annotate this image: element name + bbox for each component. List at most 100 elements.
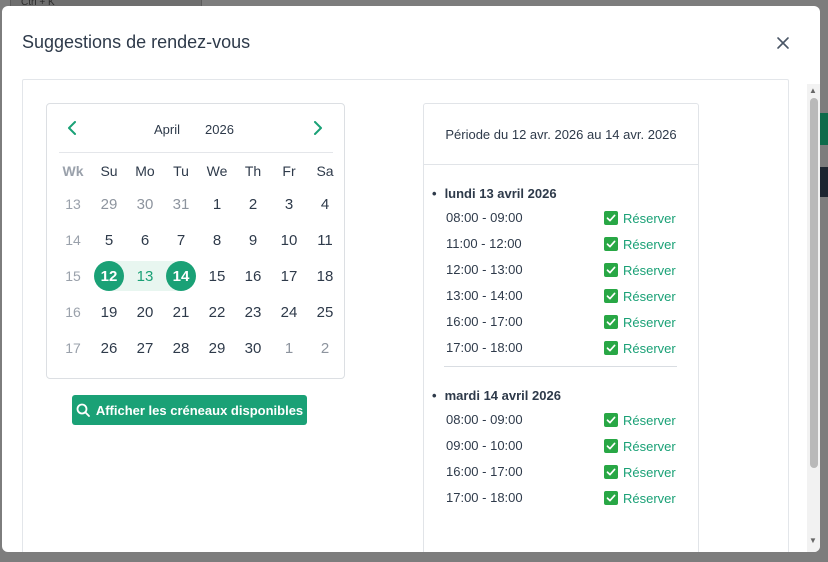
scrollbar-thumb[interactable] xyxy=(810,98,818,468)
week-number: 17 xyxy=(65,340,81,356)
calendar-day[interactable]: 2 xyxy=(235,186,271,222)
calendar-day[interactable]: 1 xyxy=(199,186,235,222)
calendar-day[interactable]: 17 xyxy=(271,258,307,294)
calendar-day-number: 17 xyxy=(280,267,298,285)
book-slot-button[interactable]: Réserver xyxy=(604,410,676,430)
weekday-header: Su xyxy=(100,163,118,179)
calendar-day-number: 1 xyxy=(212,195,222,213)
calendar-day-number: 30 xyxy=(244,339,262,357)
close-button[interactable] xyxy=(772,32,794,54)
calendar-day-number: 21 xyxy=(172,303,190,321)
book-slot-button[interactable]: Réserver xyxy=(604,488,676,508)
calendar-day[interactable]: 7 xyxy=(163,222,199,258)
calendar-day[interactable]: 21 xyxy=(163,294,199,330)
book-slot-button[interactable]: Réserver xyxy=(604,234,676,254)
time-slot: 08:00 - 09:00 Réserver xyxy=(446,208,678,228)
calendar-day[interactable]: 13 xyxy=(127,258,163,294)
calendar-day[interactable]: 6 xyxy=(127,222,163,258)
week-number: 13 xyxy=(65,196,81,212)
calendar-day[interactable]: 29 xyxy=(91,186,127,222)
calendar-day[interactable]: 11 xyxy=(307,222,343,258)
calendar-day[interactable]: 25 xyxy=(307,294,343,330)
book-slot-button[interactable]: Réserver xyxy=(604,312,676,332)
book-slot-label: Réserver xyxy=(623,288,676,304)
calendar-day-number: 30 xyxy=(136,195,154,213)
book-slot-button[interactable]: Réserver xyxy=(604,338,676,358)
calendar-month-select[interactable]: April xyxy=(154,122,180,137)
calendar-day-number: 7 xyxy=(176,231,186,249)
book-slot-button[interactable]: Réserver xyxy=(604,462,676,482)
calendar-day[interactable]: 3 xyxy=(271,186,307,222)
calendar-day[interactable]: 4 xyxy=(307,186,343,222)
calendar-day-number: 8 xyxy=(212,231,222,249)
check-icon xyxy=(604,465,618,479)
calendar-day[interactable]: 12 xyxy=(91,258,127,294)
calendar-day-number: 27 xyxy=(136,339,154,357)
weekday-header: Sa xyxy=(316,163,334,179)
calendar-day[interactable]: 30 xyxy=(235,330,271,366)
calendar-day[interactable]: 9 xyxy=(235,222,271,258)
calendar-day[interactable]: 1 xyxy=(271,330,307,366)
slot-time: 08:00 - 09:00 xyxy=(446,210,523,225)
scroll-down-arrow-icon[interactable]: ▼ xyxy=(809,536,817,545)
slot-time: 09:00 - 10:00 xyxy=(446,438,523,453)
modal-scrollbar[interactable]: ▲ ▼ xyxy=(807,84,820,552)
search-icon xyxy=(76,403,90,417)
calendar-day[interactable]: 15 xyxy=(199,258,235,294)
calendar-day[interactable]: 26 xyxy=(91,330,127,366)
calendar-day-number: 9 xyxy=(248,231,258,249)
book-slot-button[interactable]: Réserver xyxy=(604,286,676,306)
day-separator xyxy=(444,366,677,367)
calendar-day[interactable]: 22 xyxy=(199,294,235,330)
time-slot: 11:00 - 12:00 Réserver xyxy=(446,234,678,254)
week-number: 16 xyxy=(65,304,81,320)
calendar-day[interactable]: 27 xyxy=(127,330,163,366)
slot-time: 16:00 - 17:00 xyxy=(446,464,523,479)
book-slot-button[interactable]: Réserver xyxy=(604,260,676,280)
calendar-day-number: 18 xyxy=(316,267,334,285)
slot-time: 13:00 - 14:00 xyxy=(446,288,523,303)
time-slot: 12:00 - 13:00 Réserver xyxy=(446,260,678,280)
calendar-day-number: 26 xyxy=(100,339,118,357)
calendar-year-select[interactable]: 2026 xyxy=(205,122,234,137)
calendar-day[interactable]: 29 xyxy=(199,330,235,366)
slot-time: 16:00 - 17:00 xyxy=(446,314,523,329)
calendar-day[interactable]: 19 xyxy=(91,294,127,330)
calendar-day-number: 1 xyxy=(284,339,294,357)
calendar-day[interactable]: 2 xyxy=(307,330,343,366)
show-available-slots-button[interactable]: Afficher les créneaux disponibles xyxy=(72,395,307,425)
calendar-day[interactable]: 24 xyxy=(271,294,307,330)
slot-day-title: mardi 14 avril 2026 xyxy=(432,388,561,403)
calendar-day[interactable]: 16 xyxy=(235,258,271,294)
calendar-day[interactable]: 31 xyxy=(163,186,199,222)
calendar-day[interactable]: 8 xyxy=(199,222,235,258)
week-number: 15 xyxy=(65,268,81,284)
calendar-week-row: 15 12 13 14 15 16 17 18 xyxy=(55,258,343,294)
calendar-day-number: 10 xyxy=(280,231,298,249)
book-slot-button[interactable]: Réserver xyxy=(604,208,676,228)
suggestions-modal: Suggestions de rendez-vous April 2026 Wk… xyxy=(2,6,820,552)
calendar-day[interactable]: 5 xyxy=(91,222,127,258)
next-month-button[interactable] xyxy=(308,118,328,138)
previous-month-button[interactable] xyxy=(62,118,82,138)
chevron-left-icon xyxy=(68,121,76,135)
calendar-day-number: 23 xyxy=(244,303,262,321)
check-icon xyxy=(604,289,618,303)
check-icon xyxy=(604,491,618,505)
calendar-day[interactable]: 30 xyxy=(127,186,163,222)
calendar-day-number: 14 xyxy=(166,261,196,291)
calendar-day-number: 2 xyxy=(248,195,258,213)
calendar-day[interactable]: 20 xyxy=(127,294,163,330)
calendar-day[interactable]: 23 xyxy=(235,294,271,330)
time-slot: 08:00 - 09:00 Réserver xyxy=(446,410,678,430)
slot-time: 11:00 - 12:00 xyxy=(446,236,522,251)
calendar-day[interactable]: 28 xyxy=(163,330,199,366)
scroll-up-arrow-icon[interactable]: ▲ xyxy=(809,86,817,95)
calendar-day[interactable]: 14 xyxy=(163,258,199,294)
calendar-day[interactable]: 10 xyxy=(271,222,307,258)
calendar-day[interactable]: 18 xyxy=(307,258,343,294)
calendar-day-number: 31 xyxy=(172,195,190,213)
modal-title: Suggestions de rendez-vous xyxy=(22,32,251,52)
calendar-week-row: 17 26 27 28 29 30 1 2 xyxy=(55,330,343,366)
book-slot-button[interactable]: Réserver xyxy=(604,436,676,456)
